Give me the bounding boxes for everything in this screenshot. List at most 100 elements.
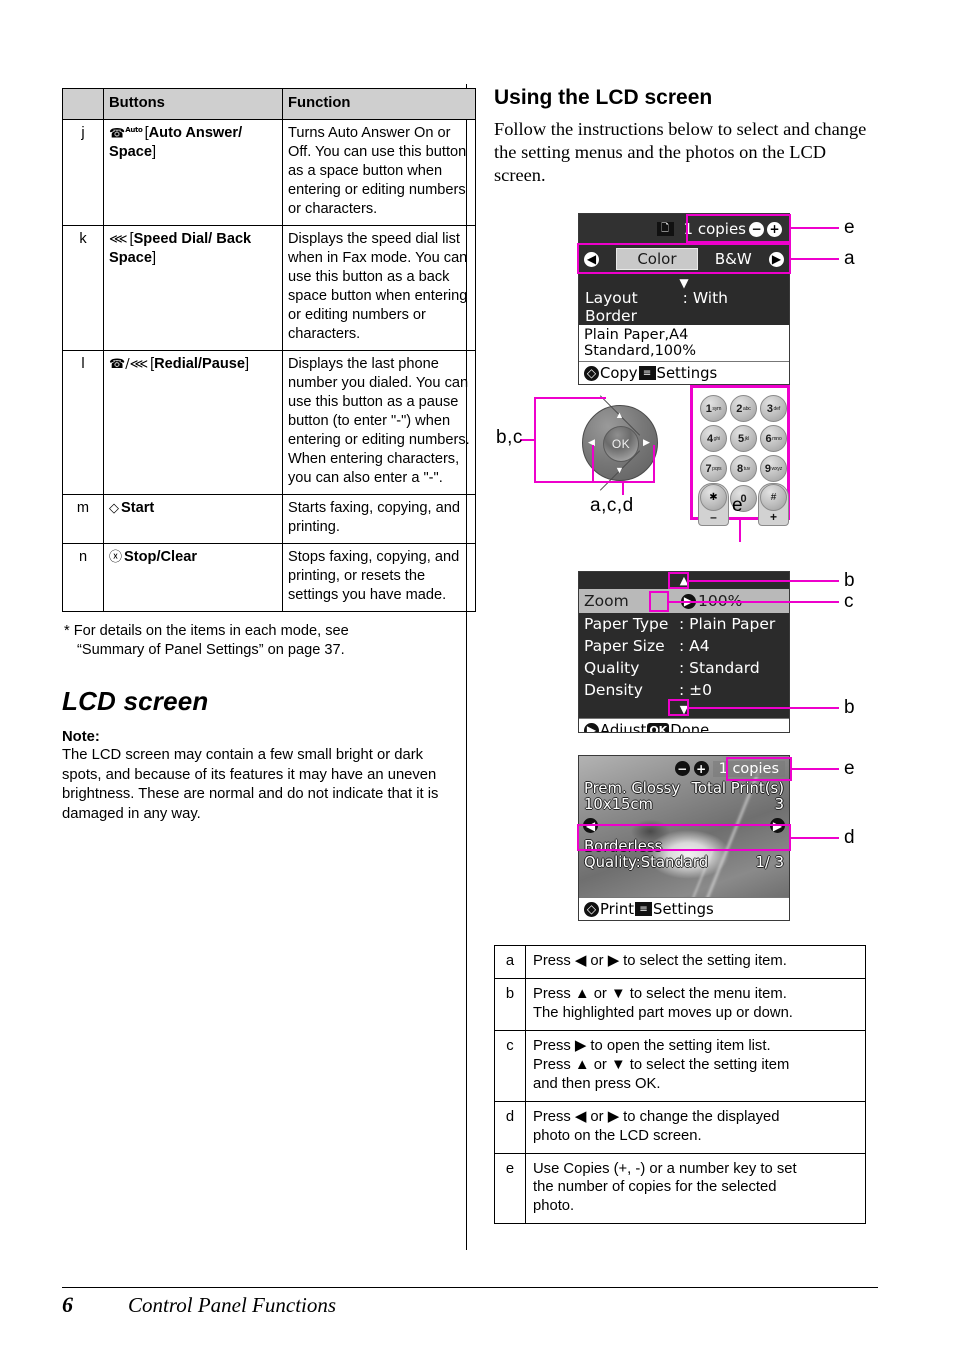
row-key: m: [62, 493, 104, 544]
key-number: 6: [765, 432, 772, 445]
left-arrow-icon[interactable]: ◀: [583, 818, 598, 834]
start-diamond-icon[interactable]: ◇: [584, 901, 599, 917]
table-row: m ◇ Start Starts faxing, copying, and pri…: [62, 493, 476, 544]
right-column: Using the LCD screen Follow the instruct…: [494, 86, 876, 1225]
callout-b-up: b: [844, 570, 856, 591]
leader-e-photo: [792, 768, 839, 770]
leader-acd-left: [592, 445, 594, 483]
right-arrow-icon[interactable]: ▶: [768, 251, 784, 267]
legend-line: photo.: [533, 1198, 575, 1215]
settings-scroll-down[interactable]: ▼: [579, 701, 789, 718]
key-2[interactable]: 2 abc: [730, 395, 757, 422]
key-3[interactable]: 3 def: [760, 395, 787, 422]
photo-info-line-2: 10x15cm 3: [584, 796, 784, 813]
key-8[interactable]: 8 tuv: [730, 455, 757, 482]
down-triangle-icon[interactable]: ▼: [615, 466, 624, 475]
copy-pages-icon: 🗋: [656, 222, 674, 236]
leader-c-zoom: [669, 601, 839, 603]
ok-button[interactable]: OK: [603, 426, 639, 462]
legend-row: d Press ◀ or ▶ to change the displayed p…: [494, 1100, 866, 1154]
row-function: Turns Auto Answer On or Off. You can use…: [282, 119, 476, 227]
key-star[interactable]: ✱: [700, 484, 727, 511]
key-hash[interactable]: #: [760, 484, 787, 511]
softkey-adjust-label: Adjust: [600, 721, 647, 733]
settings-row: Density : ±0: [579, 679, 789, 701]
button-name: Start: [121, 499, 155, 516]
up-triangle-icon[interactable]: ▲: [615, 411, 624, 420]
right-arrow-icon[interactable]: ▶: [770, 818, 785, 834]
callout-d-photo: d: [844, 827, 856, 848]
lcd-screen-photo: − + 1 copies Prem. Glossy Total Print(s)…: [578, 755, 790, 921]
row-function: Displays the last phone number you diale…: [282, 349, 476, 495]
key-letters: mno: [772, 435, 782, 442]
leader-bc-bottom: [534, 481, 594, 483]
button-name: Redial/Pause: [154, 355, 245, 372]
legend-line: Press ▲ or ▼ to select the menu item.: [533, 985, 787, 1002]
legend-text: Use Copies (+, -) or a number key to set…: [525, 1152, 866, 1225]
legend-line: Press ◀ or ▶ to change the displayed: [533, 1108, 780, 1125]
key-number: 2: [736, 402, 743, 415]
copies-plus-label: +: [769, 510, 777, 524]
key-7[interactable]: 7 pqrs: [700, 455, 727, 482]
right-triangle-icon[interactable]: ▶: [643, 438, 650, 447]
bracket-close: ]: [152, 250, 157, 267]
section-heading-using-lcd: Using the LCD screen: [494, 86, 713, 109]
legend-row: e Use Copies (+, -) or a number key to s…: [494, 1152, 866, 1225]
key-1[interactable]: 1 sym: [700, 395, 727, 422]
copy-info-line-1: Plain Paper,A4: [584, 327, 689, 343]
plus-circle-icon[interactable]: +: [693, 761, 709, 776]
legend-line: and then press OK.: [533, 1075, 661, 1092]
row-button-label: ⋘ [Speed Dial/ Back Space]: [103, 225, 283, 351]
softkey-done-label: Done: [670, 721, 710, 733]
softkey-settings-label: Settings: [653, 900, 714, 918]
layout-line: Layout : With Border: [585, 289, 783, 325]
mode-option-color[interactable]: Color: [616, 248, 698, 270]
footer-chapter-title: Control Panel Functions: [128, 1293, 337, 1317]
key-letters: pqrs: [712, 465, 722, 472]
layout-colon: :: [682, 289, 688, 307]
left-arrow-icon[interactable]: ◀: [584, 251, 599, 267]
setting-key: Zoom: [584, 592, 629, 610]
setting-value: ±0: [689, 681, 713, 699]
photo-borderless: Borderless: [584, 837, 663, 855]
copies-value: 1 copies: [683, 220, 746, 238]
key-hash-plus[interactable]: # +: [758, 483, 789, 526]
minus-circle-icon[interactable]: −: [674, 761, 690, 776]
key-number: 1: [705, 402, 712, 415]
down-caret-icon: ▼: [679, 276, 689, 290]
setting-value: Plain Paper: [689, 615, 776, 633]
ok-key-icon[interactable]: OK: [647, 722, 670, 732]
setting-colon: :: [679, 681, 685, 699]
settings-menu-icon[interactable]: ≡: [638, 366, 656, 380]
leader-keypad-e: [739, 520, 741, 542]
settings-menu-icon[interactable]: ≡: [635, 902, 653, 916]
header-function: Function: [282, 87, 476, 121]
minus-circle-icon[interactable]: −: [749, 221, 764, 237]
footnote-line-2: “Summary of Panel Settings” on page 37.: [77, 641, 345, 658]
key-5[interactable]: 5 jkl: [730, 425, 757, 452]
copy-screen-top-bar: 🗋 1 copies − +: [579, 214, 789, 244]
layout-key: Layout: [585, 289, 638, 307]
bracket-close: ]: [152, 144, 157, 161]
key-4[interactable]: 4 ghi: [700, 425, 727, 452]
row-button-label: ☎/⋘ [Redial/Pause]: [103, 349, 283, 495]
legend-row: a Press ◀ or ▶ to select the setting ite…: [494, 945, 866, 979]
right-arrow-icon[interactable]: ▶: [584, 722, 599, 732]
start-diamond-icon[interactable]: ◇: [584, 365, 599, 381]
buttons-function-table: Buttons Function j ☎Auto [Auto Answer/ Sp…: [62, 87, 476, 612]
key-letters: jkl: [744, 435, 750, 442]
table-row: l ☎/⋘ [Redial/Pause] Displays the last ph…: [62, 349, 476, 495]
setting-value: Standard: [689, 659, 760, 677]
mode-option-bw[interactable]: B&W: [715, 250, 752, 268]
key-6[interactable]: 6 mno: [760, 425, 787, 452]
photo-nav-arrows: ◀ ▶: [579, 813, 789, 839]
key-9[interactable]: 9 wxyz: [760, 455, 787, 482]
key-star-minus[interactable]: ✱ –: [698, 483, 729, 526]
plus-circle-icon[interactable]: +: [767, 221, 782, 237]
callout-c-zoom: c: [844, 591, 854, 612]
copy-layout-row: ▼ Layout : With Border: [579, 274, 789, 325]
leader-b-down: [689, 707, 839, 709]
photo-top-bar: − + 1 copies: [579, 756, 789, 781]
footer-divider: [62, 1287, 878, 1288]
key-number: 4: [707, 432, 714, 445]
